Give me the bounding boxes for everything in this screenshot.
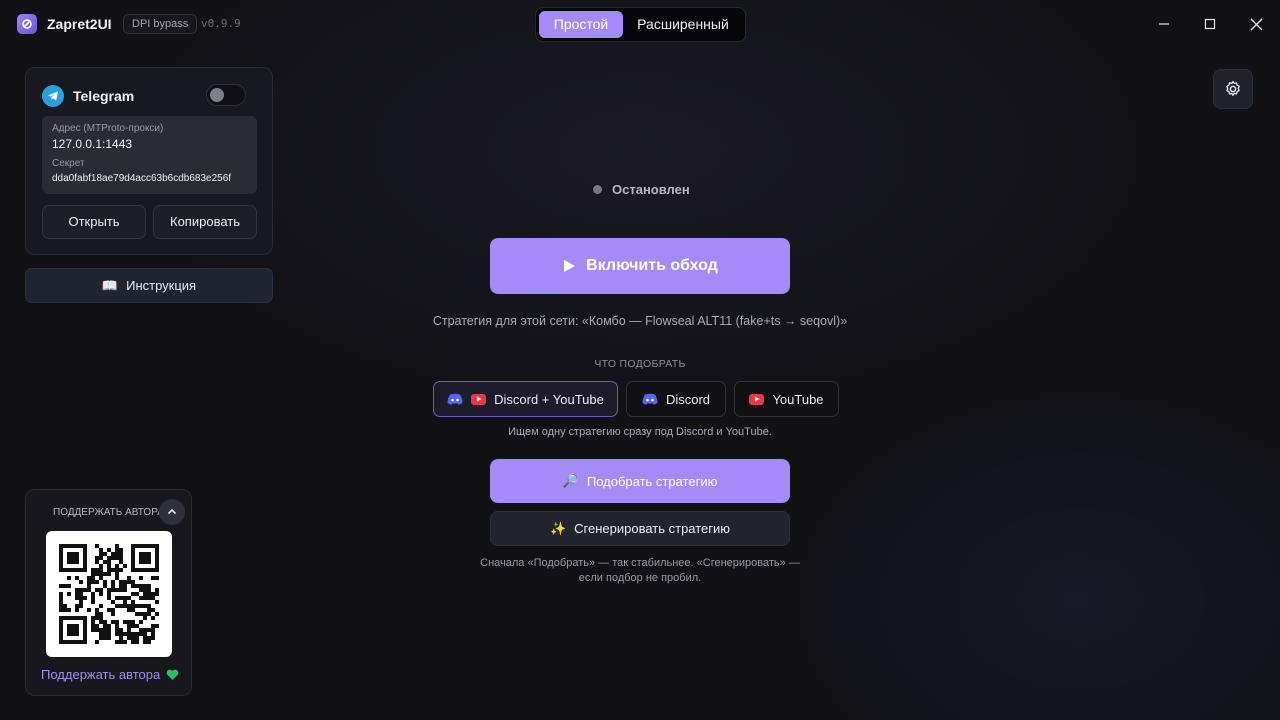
book-icon: 📖 [101,277,119,293]
chevron-up-icon [167,508,177,515]
current-strategy-text: Стратегия для этой сети: «Комбо — Flowse… [432,314,848,328]
target-discord-youtube-button[interactable]: Discord + YouTube [433,381,618,417]
guide-button-label: Инструкция [126,278,197,293]
dpi-bypass-badge: DPI bypass [123,14,198,34]
toggle-knob [210,88,224,102]
generate-strategy-label: Сгенерировать стратегию [574,521,731,536]
proxy-secret: dda0fabf18ae79d4acc63b6cdb683e256f [52,173,232,184]
generate-strategy-button[interactable]: ✨ Сгенерировать стратегию [490,511,790,546]
bottom-hint-line-1: Сначала «Подобрать» — так стабильнее. «С… [480,557,800,569]
pick-strategy-label: Подобрать стратегию [586,473,718,489]
sparkles-icon: ✨ [549,520,567,536]
minimize-icon[interactable] [1152,12,1176,36]
target-discord-youtube-label: Discord + YouTube [494,391,604,407]
telegram-toggle[interactable] [206,84,246,106]
mode-switch: Простой Расширенный [535,7,746,42]
donate-card: ПОДДЕРЖАТЬ АВТОРА Поддержать автора [25,489,192,696]
gear-icon [1226,80,1240,96]
app-title: Zapret2UI [47,16,112,32]
collapse-donate-button[interactable] [159,499,185,525]
status-indicator: Остановлен [593,182,690,197]
close-icon[interactable] [1244,12,1268,36]
heart-icon [166,669,179,680]
donate-link[interactable]: Поддержать автора [41,667,179,682]
youtube-icon [471,393,487,405]
address-label: Адрес (MTProto-прокси) [52,123,164,134]
zapret-logo-icon [17,14,37,34]
donate-link-label: Поддержать автора [41,667,161,682]
qr-code-image [59,544,159,644]
guide-button[interactable]: 📖 Инструкция [25,268,273,303]
donate-qr-code [46,531,172,657]
enable-bypass-button[interactable]: Включить обход [490,238,790,294]
status-dot [593,185,602,194]
target-discord-button[interactable]: Discord [626,381,726,417]
telegram-title: Telegram [73,88,135,104]
settings-button[interactable] [1213,69,1253,109]
maximize-icon[interactable] [1198,12,1222,36]
app-version: v0.9.9 [201,17,241,30]
target-discord-label: Discord [665,391,711,407]
youtube-icon [749,393,765,405]
donate-title: ПОДДЕРЖАТЬ АВТОРА [53,507,164,518]
title-bar: Zapret2UI DPI bypass v0.9.9 Простой Расш… [0,0,1280,48]
bottom-hint-line-2: если подбор не пробил. [578,572,702,584]
telegram-icon [42,85,64,107]
discord-icon [642,393,658,405]
discord-icon [447,393,463,405]
telegram-proxy-info: Адрес (MTProto-прокси) 127.0.0.1:1443 Се… [42,116,257,194]
target-youtube-label: YouTube [772,391,824,407]
pick-section-label: ЧТО ПОДОБРАТЬ [594,358,686,370]
telegram-proxy-card: Telegram Адрес (MTProto-прокси) 127.0.0.… [25,67,273,255]
mode-advanced-tab[interactable]: Расширенный [627,11,739,38]
telegram-copy-button[interactable]: Копировать [153,205,257,239]
pick-strategy-button[interactable]: 🔎 Подобрать стратегию [490,459,790,503]
target-youtube-button[interactable]: YouTube [734,381,839,417]
secret-label: Секрет [52,158,85,169]
target-hint: Ищем одну стратегию сразу под Discord и … [508,426,772,438]
play-icon [564,260,576,272]
status-text: Остановлен [612,182,690,197]
search-icon: 🔎 [562,473,579,488]
enable-bypass-label: Включить обход [586,257,718,274]
mode-simple-tab[interactable]: Простой [539,11,623,38]
telegram-open-button[interactable]: Открыть [42,205,146,239]
proxy-address: 127.0.0.1:1443 [52,137,133,151]
